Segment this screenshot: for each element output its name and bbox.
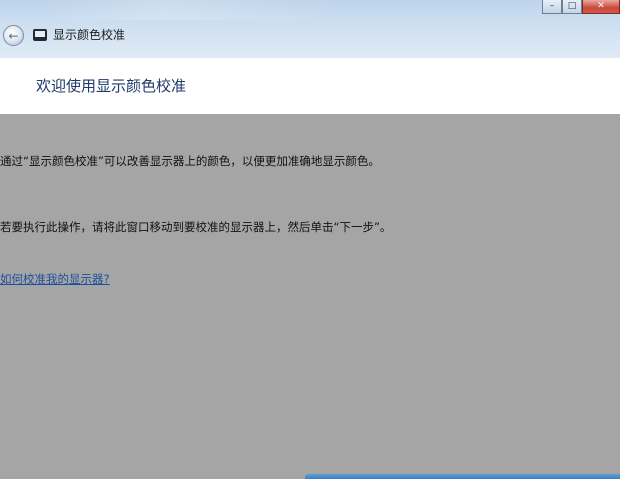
back-button[interactable]: ← — [3, 25, 24, 46]
bottom-bar — [305, 474, 620, 479]
glass-highlight — [40, 0, 340, 20]
close-button[interactable]: ✕ — [582, 0, 620, 14]
maximize-button[interactable]: □ — [562, 0, 582, 14]
minimize-button[interactable]: – — [542, 0, 562, 14]
instruction-paragraph: 若要执行此操作，请将此窗口移动到要校准的显示器上，然后单击“下一步”。 — [0, 220, 392, 234]
content-area: 通过“显示颜色校准”可以改善显示器上的颜色，以便更加准确地显示颜色。 若要执行此… — [0, 114, 620, 479]
help-link[interactable]: 如何校准我的显示器? — [0, 272, 110, 286]
header-panel: 欢迎使用显示颜色校准 — [0, 58, 620, 114]
title-bar[interactable]: – □ ✕ ← 显示颜色校准 — [0, 0, 620, 58]
monitor-icon — [33, 29, 47, 41]
intro-paragraph: 通过“显示颜色校准”可以改善显示器上的颜色，以便更加准确地显示颜色。 — [0, 154, 380, 168]
page-title: 欢迎使用显示颜色校准 — [36, 77, 187, 95]
caption-buttons: – □ ✕ — [542, 0, 620, 14]
back-arrow-icon: ← — [8, 28, 19, 43]
calibration-window: – □ ✕ ← 显示颜色校准 欢迎使用显示颜色校准 通过“显示颜色校准”可以改善… — [0, 0, 620, 479]
window-title: 显示颜色校准 — [53, 28, 126, 42]
